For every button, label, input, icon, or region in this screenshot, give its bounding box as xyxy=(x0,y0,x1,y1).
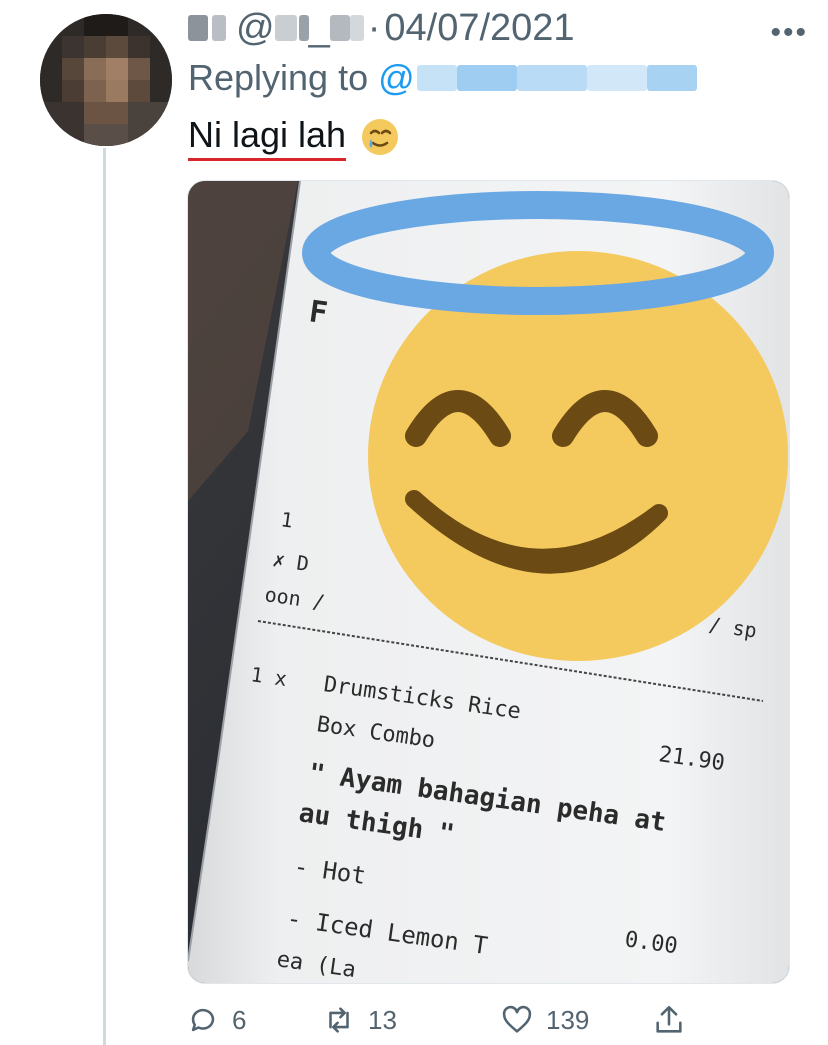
handle-blurred[interactable]: _ xyxy=(274,7,364,50)
reply-button[interactable]: 6 xyxy=(186,1000,246,1040)
tweet-date[interactable]: 04/07/2021 xyxy=(384,7,574,50)
like-button[interactable]: 139 xyxy=(500,1000,589,1040)
heart-icon xyxy=(502,1005,532,1033)
avatar[interactable] xyxy=(40,14,172,146)
author-name[interactable] xyxy=(188,15,226,41)
tweet-header: @ _ · 04/07/2021 xyxy=(188,4,768,52)
thread-connector-line xyxy=(103,148,106,1045)
handle-at[interactable]: @ xyxy=(236,7,275,50)
reply-count: 6 xyxy=(232,1004,247,1035)
reply-mention[interactable]: @ xyxy=(378,57,697,99)
replying-label: Replying to xyxy=(188,57,369,98)
replying-to: Replying to @ xyxy=(188,54,697,102)
retweet-count: 13 xyxy=(368,1004,397,1035)
tweet-text: Ni lagi lah xyxy=(188,112,400,162)
smiling-face-with-tear-icon xyxy=(362,119,399,155)
separator-dot: · xyxy=(367,6,381,49)
reply-icon xyxy=(191,1008,215,1032)
tweet-text-content: Ni lagi lah xyxy=(188,114,347,161)
receipt-photo: F 1 ✗ D oon / / sp 1 x Drumsticks Rice B… xyxy=(188,181,789,983)
tweet-action-bar: 6 13 139 xyxy=(186,1000,706,1040)
receipt-left-x: ✗ D xyxy=(271,547,310,576)
like-count: 139 xyxy=(546,1004,590,1035)
receipt-line1-qty: 1 x xyxy=(249,662,288,691)
share-icon xyxy=(656,1005,682,1033)
share-button[interactable] xyxy=(652,1000,686,1040)
more-options-icon[interactable]: ••• xyxy=(770,16,808,50)
retweet-button[interactable]: 13 xyxy=(322,1000,397,1040)
tweet-media-image[interactable]: F 1 ✗ D oon / / sp 1 x Drumsticks Rice B… xyxy=(187,180,790,984)
retweet-icon xyxy=(329,1007,349,1033)
